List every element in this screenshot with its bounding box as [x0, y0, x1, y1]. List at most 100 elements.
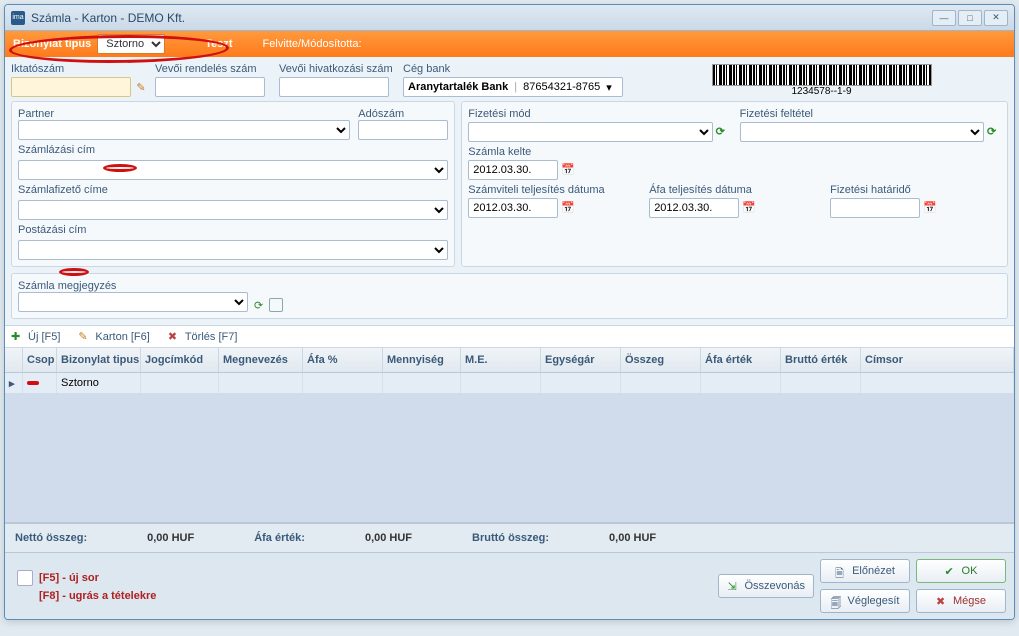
grid-body[interactable]: ▸ Sztorno	[5, 373, 1014, 523]
grid-head-me[interactable]: M.E.	[461, 348, 541, 372]
calendar-icon[interactable]: 📅	[561, 201, 575, 215]
szamlazasi-cim-label: Számlázási cím	[18, 144, 448, 156]
maximize-button[interactable]: □	[958, 10, 982, 26]
szamla-megjegyzes-label: Számla megjegyzés	[18, 280, 248, 292]
add-fizetesi-mod-icon[interactable]: ⟳	[716, 125, 730, 139]
fizetesi-mod-select[interactable]	[468, 122, 712, 142]
megse-button[interactable]: ✖Mégse	[916, 589, 1006, 613]
partner-label: Partner	[18, 108, 350, 120]
hint-f5: [F5] - új sor	[17, 570, 710, 586]
uj-button[interactable]: ✚Új [F5]	[11, 330, 60, 343]
barcode-bars	[712, 64, 932, 86]
merge-icon: ⇲	[727, 580, 739, 592]
grid-head-afa[interactable]: Áfa %	[303, 348, 383, 372]
torles-button[interactable]: ✖Törlés [F7]	[168, 330, 238, 343]
vevoi-rendeles-label: Vevői rendelés szám	[155, 63, 275, 75]
grid-head-osszeg[interactable]: Összeg	[621, 348, 701, 372]
grid-head-csop[interactable]: Csop	[23, 348, 57, 372]
bizonylat-tipus-select[interactable]: Sztorno	[97, 34, 165, 54]
szamla-kelte-input[interactable]	[468, 160, 558, 180]
barcode-text: 1234578--1-9	[791, 86, 851, 97]
table-row[interactable]: ▸ Sztorno	[5, 373, 1014, 393]
grid-head-blank[interactable]	[5, 348, 23, 372]
veglegesit-button[interactable]: 🗐Véglegesít	[820, 589, 910, 613]
hint-icon	[17, 570, 33, 586]
afa-telj-input[interactable]	[649, 198, 739, 218]
grid-head-jogcimkod[interactable]: Jogcímkód	[141, 348, 219, 372]
orange-header: Bizonylat tipus Sztorno Teszt Felvitte/M…	[5, 31, 1014, 57]
szamviteli-label: Számviteli teljesítés dátuma	[468, 184, 639, 196]
cancel-icon: ✖	[936, 595, 948, 607]
karton-button[interactable]: ✎Karton [F6]	[78, 330, 149, 343]
payment-panel: Fizetési mód ⟳ Fizetési feltétel ⟳	[461, 101, 1008, 267]
footer: [F5] - új sor [F8] - ugrás a tételekre ⇲…	[5, 552, 1014, 619]
fizetesi-hatarido-input[interactable]	[830, 198, 920, 218]
brutto-value: 0,00 HUF	[609, 532, 656, 544]
adoszam-input[interactable]	[358, 120, 448, 140]
edit-icon[interactable]: ✎	[133, 79, 149, 95]
grid-head-brutto[interactable]: Bruttó érték	[781, 348, 861, 372]
close-button[interactable]: ✕	[984, 10, 1008, 26]
grid-head-afaertek[interactable]: Áfa érték	[701, 348, 781, 372]
szamlafizeto-select[interactable]	[18, 200, 448, 220]
iktatoszam-label: Iktatószám	[11, 63, 151, 75]
note-doc-icon[interactable]	[269, 298, 283, 312]
titlebar: ima Számla - Karton - DEMO Kft. ― □ ✕	[5, 5, 1014, 31]
partner-panel: Partner Adószám Számlázási cím Számlafiz…	[11, 101, 455, 267]
szamviteli-input[interactable]	[468, 198, 558, 218]
grid-head-bizonylat[interactable]: Bizonylat tipus	[57, 348, 141, 372]
netto-value: 0,00 HUF	[147, 532, 194, 544]
bank-account: 87654321-8765	[523, 81, 600, 93]
window-title: Számla - Karton - DEMO Kft.	[31, 11, 932, 25]
netto-label: Nettó összeg:	[15, 532, 87, 544]
ok-button[interactable]: ✔OK	[916, 559, 1006, 583]
iktatoszam-input[interactable]	[11, 77, 131, 97]
row-indicator-icon: ▸	[5, 373, 23, 393]
minimize-button[interactable]: ―	[932, 10, 956, 26]
cell-bizonylat: Sztorno	[57, 373, 141, 393]
calendar-icon[interactable]: 📅	[561, 163, 575, 177]
teszt-label: Teszt	[205, 38, 232, 50]
szamlazasi-cim-select[interactable]	[18, 160, 448, 180]
szamla-megjegyzes-select[interactable]	[18, 292, 248, 312]
brutto-label: Bruttó összeg:	[472, 532, 549, 544]
fizetesi-feltetel-select[interactable]	[740, 122, 984, 142]
fizetesi-feltetel-label: Fizetési feltétel	[740, 108, 1001, 120]
note-add-icon[interactable]: ⟳	[254, 299, 263, 312]
bank-name: Aranytartalék Bank	[408, 81, 508, 93]
afa-telj-label: Áfa teljesítés dátuma	[649, 184, 820, 196]
partner-select[interactable]	[18, 120, 350, 140]
finalize-icon: 🗐	[831, 595, 843, 607]
cell-csop	[23, 373, 57, 393]
afa-value: 0,00 HUF	[365, 532, 412, 544]
grid-head-megnevezes[interactable]: Megnevezés	[219, 348, 303, 372]
grid-head-cimsor[interactable]: Címsor	[861, 348, 1014, 372]
vevoi-rendeles-input[interactable]	[155, 77, 265, 97]
vevoi-hivatkozasi-input[interactable]	[279, 77, 389, 97]
grid-header: Csop Bizonylat tipus Jogcímkód Megnevezé…	[5, 348, 1014, 373]
preview-icon: 🗎	[835, 565, 847, 577]
grid: Csop Bizonylat tipus Jogcímkód Megnevezé…	[5, 348, 1014, 523]
hint-f8: [F8] - ugrás a tételekre	[17, 590, 710, 602]
grid-head-mennyiseg[interactable]: Mennyiség	[383, 348, 461, 372]
afa-label: Áfa érték:	[254, 532, 305, 544]
barcode: 1234578--1-9	[635, 64, 1008, 97]
osszevonas-button[interactable]: ⇲Összevonás	[718, 574, 814, 598]
vevoi-hivatkozasi-label: Vevői hivatkozási szám	[279, 63, 399, 75]
adoszam-label: Adószám	[358, 108, 448, 120]
fizetesi-mod-label: Fizetési mód	[468, 108, 729, 120]
calendar-icon[interactable]: 📅	[742, 201, 756, 215]
check-icon: ✔	[945, 565, 957, 577]
add-fizetesi-feltetel-icon[interactable]: ⟳	[987, 125, 1001, 139]
bank-dropdown-icon[interactable]: ▾	[606, 81, 612, 94]
grid-toolbar: ✚Új [F5] ✎Karton [F6] ✖Törlés [F7]	[5, 325, 1014, 348]
form-area: Iktatószám ✎ Vevői rendelés szám Vevői h…	[5, 57, 1014, 325]
szamla-kelte-label: Számla kelte	[468, 146, 1001, 158]
postazasi-cim-select[interactable]	[18, 240, 448, 260]
bizonylat-tipus-label: Bizonylat tipus	[13, 38, 91, 50]
grid-head-egysegar[interactable]: Egységár	[541, 348, 621, 372]
note-section: Számla megjegyzés ⟳	[11, 273, 1008, 319]
elonezet-button[interactable]: 🗎Előnézet	[820, 559, 910, 583]
calendar-icon[interactable]: 📅	[923, 201, 937, 215]
window: ima Számla - Karton - DEMO Kft. ― □ ✕ Bi…	[4, 4, 1015, 620]
